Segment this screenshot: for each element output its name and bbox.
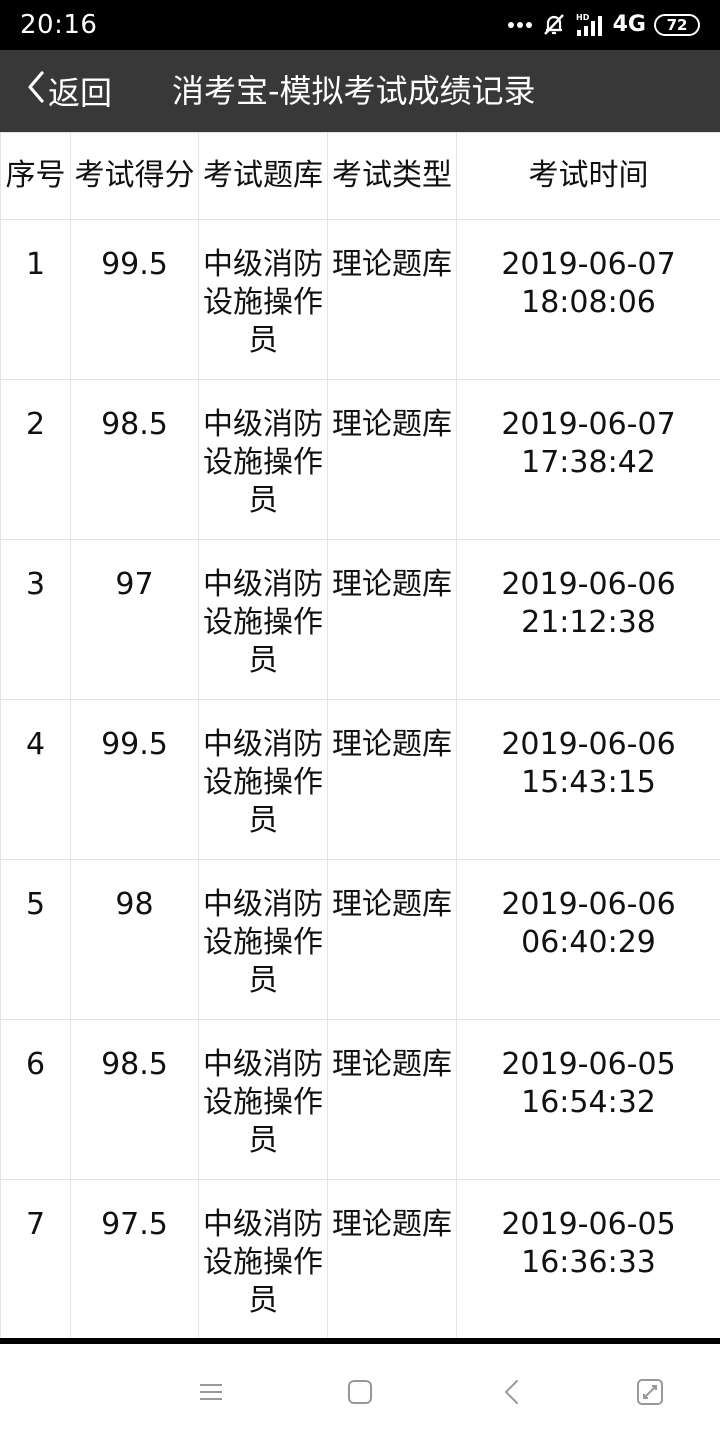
battery-icon: 72 — [654, 14, 700, 36]
cell-score: 97 — [70, 539, 199, 700]
status-icons: HD 4G 72 — [507, 10, 700, 40]
cell-index: 7 — [0, 1179, 71, 1338]
battery-level: 72 — [666, 16, 688, 34]
cell-index: 4 — [0, 699, 71, 860]
table-row[interactable]: 1 99.5 中级消防设施操作员 理论题库 2019-06-07 18:08:06 — [0, 219, 720, 380]
mute-icon — [541, 12, 567, 38]
cell-date-text: 2019-06-05 — [501, 1207, 676, 1242]
hd-signal-icon: HD — [575, 12, 605, 38]
cell-time: 2019-06-06 15:43:15 — [456, 699, 720, 860]
back-button[interactable]: 返回 — [26, 68, 112, 114]
home-icon — [344, 1376, 376, 1408]
cell-time: 2019-06-07 18:08:06 — [456, 219, 720, 380]
column-header-score: 考试得分 — [70, 132, 199, 220]
screenshot-button[interactable] — [634, 1376, 666, 1408]
status-time: 20:16 — [20, 10, 98, 40]
table-row[interactable]: 3 97 中级消防设施操作员 理论题库 2019-06-06 21:12:38 — [0, 539, 720, 700]
column-header-bank: 考试题库 — [198, 132, 328, 220]
cell-time: 2019-06-06 21:12:38 — [456, 539, 720, 700]
cell-time-text: 16:36:33 — [521, 1245, 656, 1280]
home-button[interactable] — [344, 1376, 376, 1408]
cell-date-text: 2019-06-06 — [501, 567, 676, 602]
table-header-row: 序号 考试得分 考试题库 考试类型 考试时间 — [0, 132, 720, 220]
cell-time: 2019-06-07 17:38:42 — [456, 379, 720, 540]
menu-button[interactable] — [195, 1376, 227, 1408]
cell-bank: 中级消防设施操作员 — [198, 539, 328, 700]
table-row[interactable]: 6 98.5 中级消防设施操作员 理论题库 2019-06-05 16:54:32 — [0, 1019, 720, 1180]
screenshot-icon — [634, 1376, 666, 1408]
cell-type: 理论题库 — [327, 219, 457, 380]
cell-bank: 中级消防设施操作员 — [198, 1019, 328, 1180]
cell-type: 理论题库 — [327, 1179, 457, 1338]
table-row[interactable]: 4 99.5 中级消防设施操作员 理论题库 2019-06-06 15:43:15 — [0, 699, 720, 860]
column-header-type: 考试类型 — [327, 132, 457, 220]
page-title: 消考宝-模拟考试成绩记录 — [172, 72, 536, 110]
table-row[interactable]: 7 97.5 中级消防设施操作员 理论题库 2019-06-05 16:36:33 — [0, 1179, 720, 1338]
cell-type: 理论题库 — [327, 539, 457, 700]
cell-index: 1 — [0, 219, 71, 380]
chevron-left-icon — [26, 70, 48, 112]
cell-bank: 中级消防设施操作员 — [198, 699, 328, 860]
column-header-time: 考试时间 — [456, 132, 720, 220]
cell-time-text: 17:38:42 — [521, 445, 656, 480]
cell-type: 理论题库 — [327, 1019, 457, 1180]
cell-score: 97.5 — [70, 1179, 199, 1338]
dots-icon — [507, 20, 533, 30]
status-bar: 20:16 HD 4G 72 — [0, 0, 720, 50]
records-table-container[interactable]: 序号 考试得分 考试题库 考试类型 考试时间 1 99.5 中级消防设施操作员 … — [0, 132, 720, 1338]
cell-date-text: 2019-06-07 — [501, 247, 676, 282]
table-row[interactable]: 5 98 中级消防设施操作员 理论题库 2019-06-06 06:40:29 — [0, 859, 720, 1020]
cell-score: 98.5 — [70, 379, 199, 540]
cell-type: 理论题库 — [327, 859, 457, 1020]
cell-score: 98.5 — [70, 1019, 199, 1180]
network-label: 4G — [612, 12, 646, 37]
app-header: 返回 消考宝-模拟考试成绩记录 — [0, 50, 720, 132]
cell-bank: 中级消防设施操作员 — [198, 1179, 328, 1338]
cell-date-text: 2019-06-05 — [501, 1047, 676, 1082]
column-header-index: 序号 — [0, 132, 71, 220]
back-label: 返回 — [48, 74, 113, 112]
cell-time: 2019-06-06 06:40:29 — [456, 859, 720, 1020]
svg-text:HD: HD — [576, 13, 590, 22]
cell-score: 99.5 — [70, 699, 199, 860]
back-icon — [496, 1376, 528, 1408]
cell-time: 2019-06-05 16:54:32 — [456, 1019, 720, 1180]
menu-icon — [195, 1376, 227, 1408]
cell-date-text: 2019-06-06 — [501, 727, 676, 762]
cell-bank: 中级消防设施操作员 — [198, 859, 328, 1020]
cell-index: 6 — [0, 1019, 71, 1180]
cell-index: 5 — [0, 859, 71, 1020]
cell-bank: 中级消防设施操作员 — [198, 379, 328, 540]
cell-score: 99.5 — [70, 219, 199, 380]
cell-score: 98 — [70, 859, 199, 1020]
cell-time-text: 18:08:06 — [521, 285, 656, 320]
cell-time-text: 06:40:29 — [521, 925, 656, 960]
cell-time-text: 16:54:32 — [521, 1085, 656, 1120]
cell-date-text: 2019-06-07 — [501, 407, 676, 442]
cell-time: 2019-06-05 16:36:33 — [456, 1179, 720, 1338]
cell-type: 理论题库 — [327, 379, 457, 540]
cell-index: 3 — [0, 539, 71, 700]
cell-index: 2 — [0, 379, 71, 540]
cell-time-text: 15:43:15 — [521, 765, 656, 800]
nav-back-button[interactable] — [496, 1376, 528, 1408]
cell-time-text: 21:12:38 — [521, 605, 656, 640]
cell-bank: 中级消防设施操作员 — [198, 219, 328, 380]
table-row[interactable]: 2 98.5 中级消防设施操作员 理论题库 2019-06-07 17:38:42 — [0, 379, 720, 540]
cell-type: 理论题库 — [327, 699, 457, 860]
cell-date-text: 2019-06-06 — [501, 887, 676, 922]
system-nav-bar — [0, 1344, 720, 1440]
records-table: 序号 考试得分 考试题库 考试类型 考试时间 1 99.5 中级消防设施操作员 … — [0, 132, 720, 1338]
